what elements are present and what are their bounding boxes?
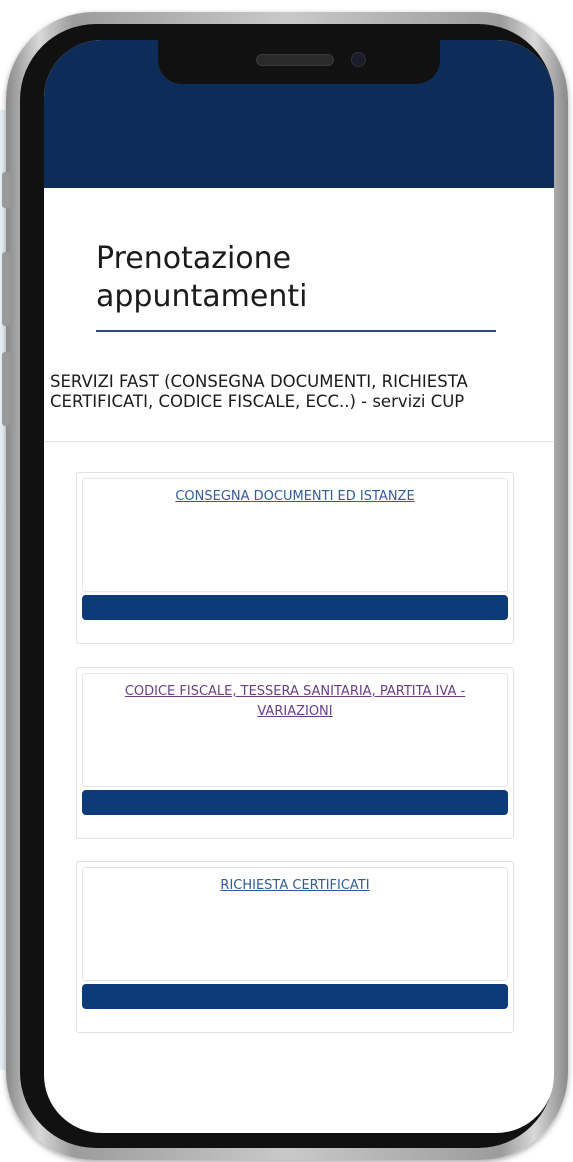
volume-up-button: [2, 252, 10, 326]
volume-down-button: [2, 352, 10, 426]
book-button-consegna-documenti[interactable]: [82, 595, 508, 620]
book-button-richiesta-certificati[interactable]: [82, 984, 508, 1009]
service-card-body: CODICE FISCALE, TESSERA SANITARIA, PARTI…: [82, 673, 508, 787]
service-card: CODICE FISCALE, TESSERA SANITARIA, PARTI…: [76, 667, 514, 839]
phone-screen: Prenotazione appuntamenti SERVIZI FAST (…: [44, 40, 554, 1133]
speaker-grille: [256, 54, 334, 66]
service-link-codice-fiscale[interactable]: CODICE FISCALE, TESSERA SANITARIA, PARTI…: [83, 674, 507, 722]
section-divider: [44, 441, 554, 442]
section-heading: SERVIZI FAST (CONSEGNA DOCUMENTI, RICHIE…: [50, 372, 468, 411]
service-link-richiesta-certificati[interactable]: RICHIESTA CERTIFICATI: [83, 868, 507, 896]
service-link-consegna-documenti[interactable]: CONSEGNA DOCUMENTI ED ISTANZE: [83, 479, 507, 507]
service-card-body: RICHIESTA CERTIFICATI: [82, 867, 508, 981]
page-title: Prenotazione appuntamenti: [96, 241, 308, 314]
side-button: [2, 172, 10, 208]
service-card: RICHIESTA CERTIFICATI: [76, 861, 514, 1033]
phone-notch: [158, 40, 440, 84]
front-camera: [351, 52, 366, 67]
title-underline: [96, 330, 496, 332]
book-button-codice-fiscale[interactable]: [82, 790, 508, 815]
service-card: CONSEGNA DOCUMENTI ED ISTANZE: [76, 472, 514, 644]
service-card-body: CONSEGNA DOCUMENTI ED ISTANZE: [82, 478, 508, 592]
